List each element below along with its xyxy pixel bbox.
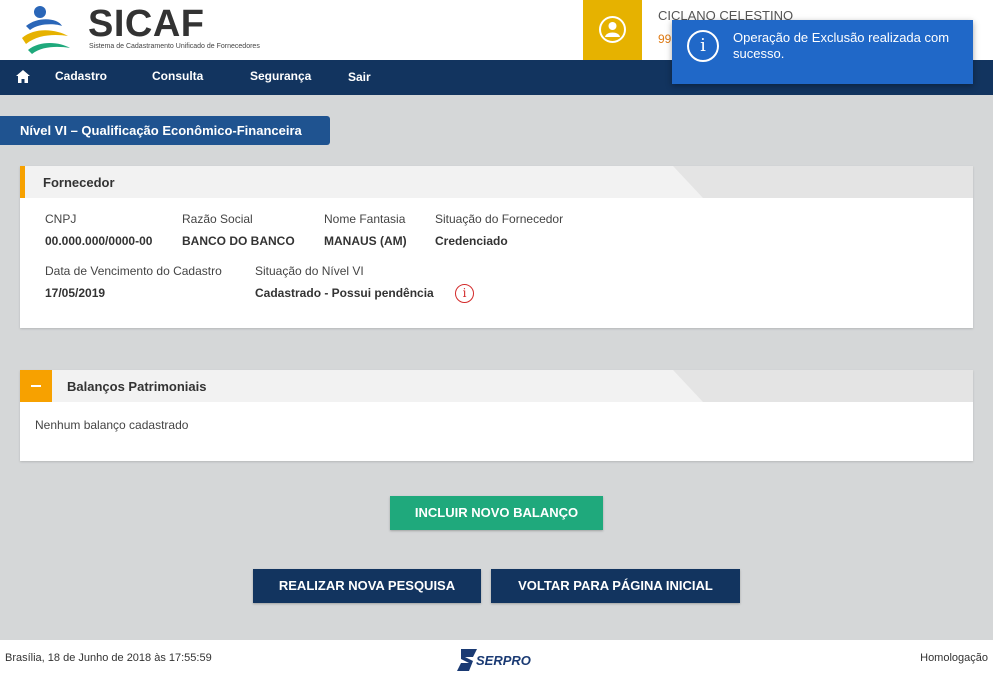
info-icon: i (687, 30, 719, 62)
nav-item-sair[interactable]: Sair (348, 70, 371, 84)
balancos-panel: Balanços Patrimoniais Nenhum balanço cad… (20, 370, 973, 461)
user-icon (599, 16, 626, 43)
voltar-pagina-inicial-button[interactable]: VOLTAR PARA PÁGINA INICIAL (491, 569, 740, 603)
razao-social-label: Razão Social (182, 212, 253, 226)
fornecedor-panel-header: Fornecedor (20, 166, 973, 198)
cnpj-label: CNPJ (45, 212, 77, 226)
nav-item-seguranca[interactable]: Segurança (250, 69, 311, 83)
panel-header-decoration (673, 166, 973, 198)
app-subtitle: Sistema de Cadastramento Unificado de Fo… (89, 43, 260, 50)
serpro-brand-text: SERPRO (476, 653, 531, 668)
nome-fantasia-label: Nome Fantasia (324, 212, 406, 226)
vencimento-label: Data de Vencimento do Cadastro (45, 264, 222, 278)
panel-header-decoration (673, 370, 973, 402)
fornecedor-panel-title: Fornecedor (43, 175, 115, 190)
success-toast[interactable]: i Operação de Exclusão realizada com suc… (672, 20, 973, 84)
empty-balancos-text: Nenhum balanço cadastrado (35, 418, 189, 432)
panel-accent-stripe (20, 166, 25, 198)
balancos-panel-title: Balanços Patrimoniais (67, 379, 207, 394)
realizar-nova-pesquisa-button[interactable]: REALIZAR NOVA PESQUISA (253, 569, 481, 603)
situacao-nivel-value: Cadastrado - Possui pendência (255, 286, 434, 300)
situacao-fornecedor-label: Situação do Fornecedor (435, 212, 564, 226)
app-title: SICAF (88, 3, 205, 45)
collapse-icon[interactable] (20, 370, 52, 402)
pendencia-info-icon[interactable]: i (455, 284, 474, 303)
incluir-novo-balanco-button[interactable]: INCLUIR NOVO BALANÇO (390, 496, 603, 530)
fornecedor-panel: Fornecedor CNPJ 00.000.000/0000-00 Razão… (20, 166, 973, 328)
footer-date: Brasília, 18 de Junho de 2018 às 17:55:5… (5, 652, 212, 664)
situacao-fornecedor-value: Credenciado (435, 234, 508, 248)
home-icon[interactable] (16, 70, 30, 83)
nav-item-cadastro[interactable]: Cadastro (55, 69, 107, 83)
toast-message: Operação de Exclusão realizada com suces… (733, 30, 950, 61)
situacao-nivel-label: Situação do Nível VI (255, 264, 364, 278)
balancos-panel-header: Balanços Patrimoniais (20, 370, 973, 402)
user-avatar-box[interactable] (583, 0, 642, 60)
vencimento-value: 17/05/2019 (45, 286, 106, 300)
page-title: Nível VI – Qualificação Econômico-Financ… (0, 116, 330, 145)
serpro-logo-icon: SERPRO (457, 648, 537, 672)
razao-social-value: BANCO DO BANCO (182, 234, 295, 248)
cnpj-value: 00.000.000/0000-00 (45, 234, 153, 248)
environment-label: Homologação (920, 652, 988, 664)
nome-fantasia-value: MANAUS (AM) (324, 234, 407, 248)
sicaf-logo-icon (22, 6, 70, 54)
footer: Brasília, 18 de Junho de 2018 às 17:55:5… (0, 640, 993, 678)
nav-item-consulta[interactable]: Consulta (152, 69, 203, 83)
